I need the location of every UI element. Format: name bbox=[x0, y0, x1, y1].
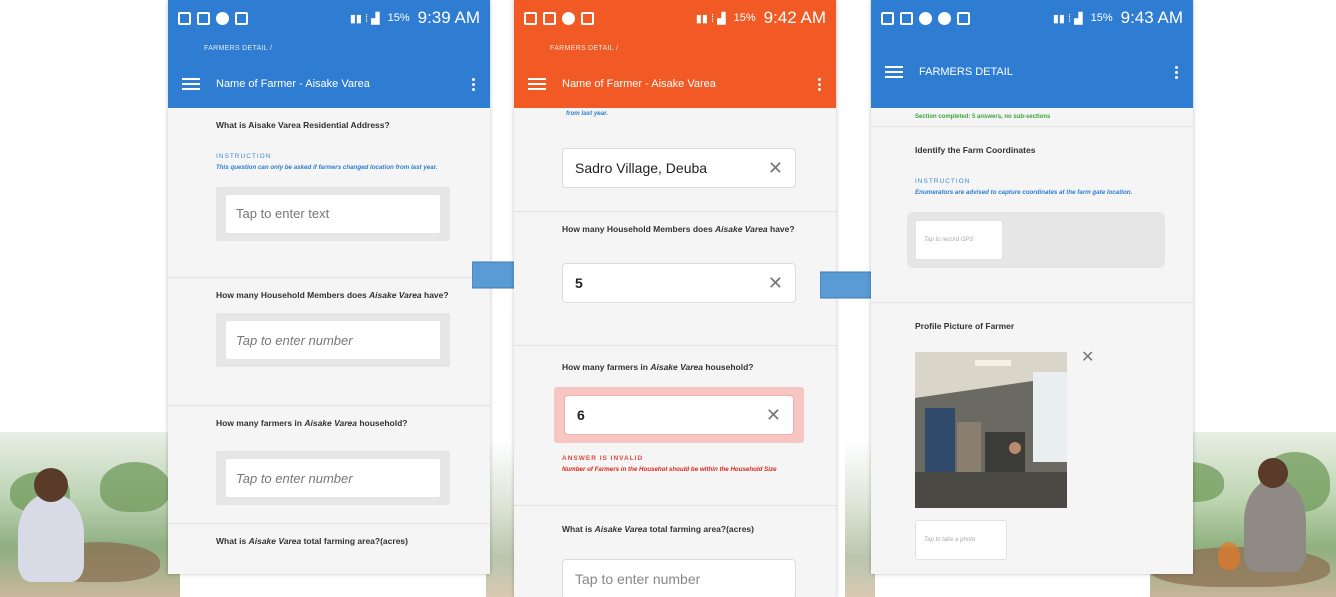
close-icon[interactable]: ✕ bbox=[768, 273, 783, 294]
question-text: What is Aisake Varea total farming area?… bbox=[562, 524, 754, 534]
question-residential-address: What is Aisake Varea Residential Address… bbox=[168, 108, 490, 278]
phone-screen-1: ▮▮ ⁞ ▟ 15% 9:39 AM FARMERS DETAIL / Name o… bbox=[168, 0, 490, 574]
app-toolbar: FARMERS DETAIL bbox=[871, 36, 1193, 108]
answer-field[interactable]: 5 ✕ bbox=[562, 263, 796, 304]
question-text: Identify the Farm Coordinates bbox=[915, 145, 1036, 155]
status-bar: ▮▮ ⁞ ▟ 15% 9:42 AM bbox=[514, 0, 836, 36]
answer-field[interactable]: 6 ✕ bbox=[564, 395, 794, 436]
text-input-wrap: Tap to enter text bbox=[216, 186, 450, 241]
number-input-wrap: Tap to enter number bbox=[216, 313, 450, 368]
status-bar: ▮▮ ⁞ ▟ 15% 9:39 AM bbox=[168, 0, 490, 36]
menu-icon[interactable] bbox=[885, 66, 903, 78]
more-vert-icon[interactable] bbox=[818, 77, 822, 91]
menu-icon[interactable] bbox=[528, 78, 546, 90]
more-vert-icon[interactable] bbox=[472, 77, 476, 91]
close-icon[interactable]: ✕ bbox=[1081, 347, 1094, 367]
battery-level: 15% bbox=[1090, 12, 1113, 24]
gps-input-wrap: Tap to record GPS bbox=[907, 211, 1165, 268]
slide: ▮▮ ⁞ ▟ 15% 9:39 AM FARMERS DETAIL / Name o… bbox=[0, 0, 1336, 597]
question-farmers-in-household: How many farmers in Aisake Varea househo… bbox=[514, 346, 836, 506]
question-text: How many farmers in Aisake Varea househo… bbox=[562, 362, 754, 372]
question-farming-area: What is Aisake Varea total farming area?… bbox=[514, 506, 836, 597]
invalid-answer-wrap: 6 ✕ bbox=[554, 387, 804, 444]
clock: 9:39 AM bbox=[417, 8, 480, 27]
question-household-members: How many Household Members does Aisake V… bbox=[168, 278, 490, 406]
number-input[interactable]: Tap to enter number bbox=[226, 321, 440, 360]
question-profile-picture: Profile Picture of Farmer ✕ Tap to take … bbox=[871, 303, 1193, 572]
number-input[interactable]: Tap to enter number bbox=[226, 459, 440, 498]
instruction-text: from last year. bbox=[566, 110, 608, 117]
battery-level: 15% bbox=[733, 12, 756, 24]
section-completed-status: Section completed: 5 answers, no sub-sec… bbox=[871, 108, 1193, 127]
question-list: from last year. Sadro Village, Deuba ✕ H… bbox=[514, 108, 836, 597]
question-text: What is Aisake Varea Residential Address… bbox=[216, 120, 390, 130]
breadcrumb[interactable]: FARMERS DETAIL / bbox=[168, 36, 490, 60]
error-text: Number of Farmers in the Househol should… bbox=[562, 466, 777, 474]
breadcrumb[interactable]: FARMERS DETAIL / bbox=[514, 36, 836, 60]
question-household-members: How many Household Members does Aisake V… bbox=[514, 212, 836, 346]
more-vert-icon[interactable] bbox=[1175, 65, 1179, 79]
question-text: Profile Picture of Farmer bbox=[915, 321, 1015, 331]
question-list: Section completed: 5 answers, no sub-sec… bbox=[871, 108, 1193, 574]
instruction-label: INSTRUCTION bbox=[915, 178, 971, 186]
close-icon[interactable]: ✕ bbox=[768, 158, 783, 179]
farm-scenery-left bbox=[0, 432, 180, 597]
question-residential-address: from last year. Sadro Village, Deuba ✕ bbox=[514, 108, 836, 212]
question-list: What is Aisake Varea Residential Address… bbox=[168, 108, 490, 574]
instruction-text: This question can only be asked if farme… bbox=[216, 164, 438, 172]
answer-value: 6 bbox=[577, 407, 585, 424]
page-title: FARMERS DETAIL bbox=[919, 66, 1013, 78]
question-farmers-in-household: How many farmers in Aisake Varea househo… bbox=[168, 406, 490, 524]
app-toolbar: Name of Farmer - Aisake Varea bbox=[514, 60, 836, 108]
page-title: Name of Farmer - Aisake Varea bbox=[216, 78, 370, 90]
question-text: How many Household Members does Aisake V… bbox=[216, 290, 449, 300]
answer-value: 5 bbox=[575, 275, 583, 292]
question-farm-coordinates: Identify the Farm Coordinates INSTRUCTIO… bbox=[871, 127, 1193, 303]
text-input[interactable]: Tap to enter text bbox=[226, 194, 440, 233]
farm-scenery-mid bbox=[486, 440, 516, 597]
page-title: Name of Farmer - Aisake Varea bbox=[562, 78, 716, 90]
record-gps-button[interactable]: Tap to record GPS bbox=[915, 219, 1003, 260]
number-input[interactable]: Tap to enter number bbox=[562, 559, 796, 597]
take-photo-button[interactable]: Tap to take a photo bbox=[915, 520, 1007, 561]
office-photo-illustration bbox=[915, 352, 1067, 509]
phone-screen-3: ▮▮ ⁞ ▟ 15% 9:43 AM FARMERS DETAIL Section … bbox=[871, 0, 1193, 574]
question-text: What is Aisake Varea total farming area?… bbox=[216, 536, 408, 546]
battery-level: 15% bbox=[387, 12, 410, 24]
question-farming-area: What is Aisake Varea total farming area?… bbox=[168, 524, 490, 559]
number-input-wrap: Tap to enter number bbox=[216, 451, 450, 506]
question-text: How many farmers in Aisake Varea househo… bbox=[216, 418, 408, 428]
question-text: How many Household Members does Aisake V… bbox=[562, 224, 795, 234]
answer-field[interactable]: Sadro Village, Deuba ✕ bbox=[562, 148, 796, 189]
answer-value: Sadro Village, Deuba bbox=[575, 160, 708, 177]
clock: 9:43 AM bbox=[1120, 8, 1183, 27]
menu-icon[interactable] bbox=[182, 78, 200, 90]
status-bar: ▮▮ ⁞ ▟ 15% 9:43 AM bbox=[871, 0, 1193, 36]
input-placeholder: Tap to enter number bbox=[575, 571, 701, 588]
close-icon[interactable]: ✕ bbox=[766, 405, 781, 426]
clock: 9:42 AM bbox=[763, 8, 826, 27]
farmer-photo bbox=[915, 352, 1067, 509]
error-label: ANSWER IS INVALID bbox=[562, 455, 644, 463]
app-toolbar: Name of Farmer - Aisake Varea bbox=[168, 60, 490, 108]
phone-screen-2: ▮▮ ⁞ ▟ 15% 9:42 AM FARMERS DETAIL / Name o… bbox=[514, 0, 836, 597]
instruction-text: Enumerators are advised to capture coord… bbox=[915, 189, 1133, 197]
instruction-label: INSTRUCTION bbox=[216, 153, 272, 161]
